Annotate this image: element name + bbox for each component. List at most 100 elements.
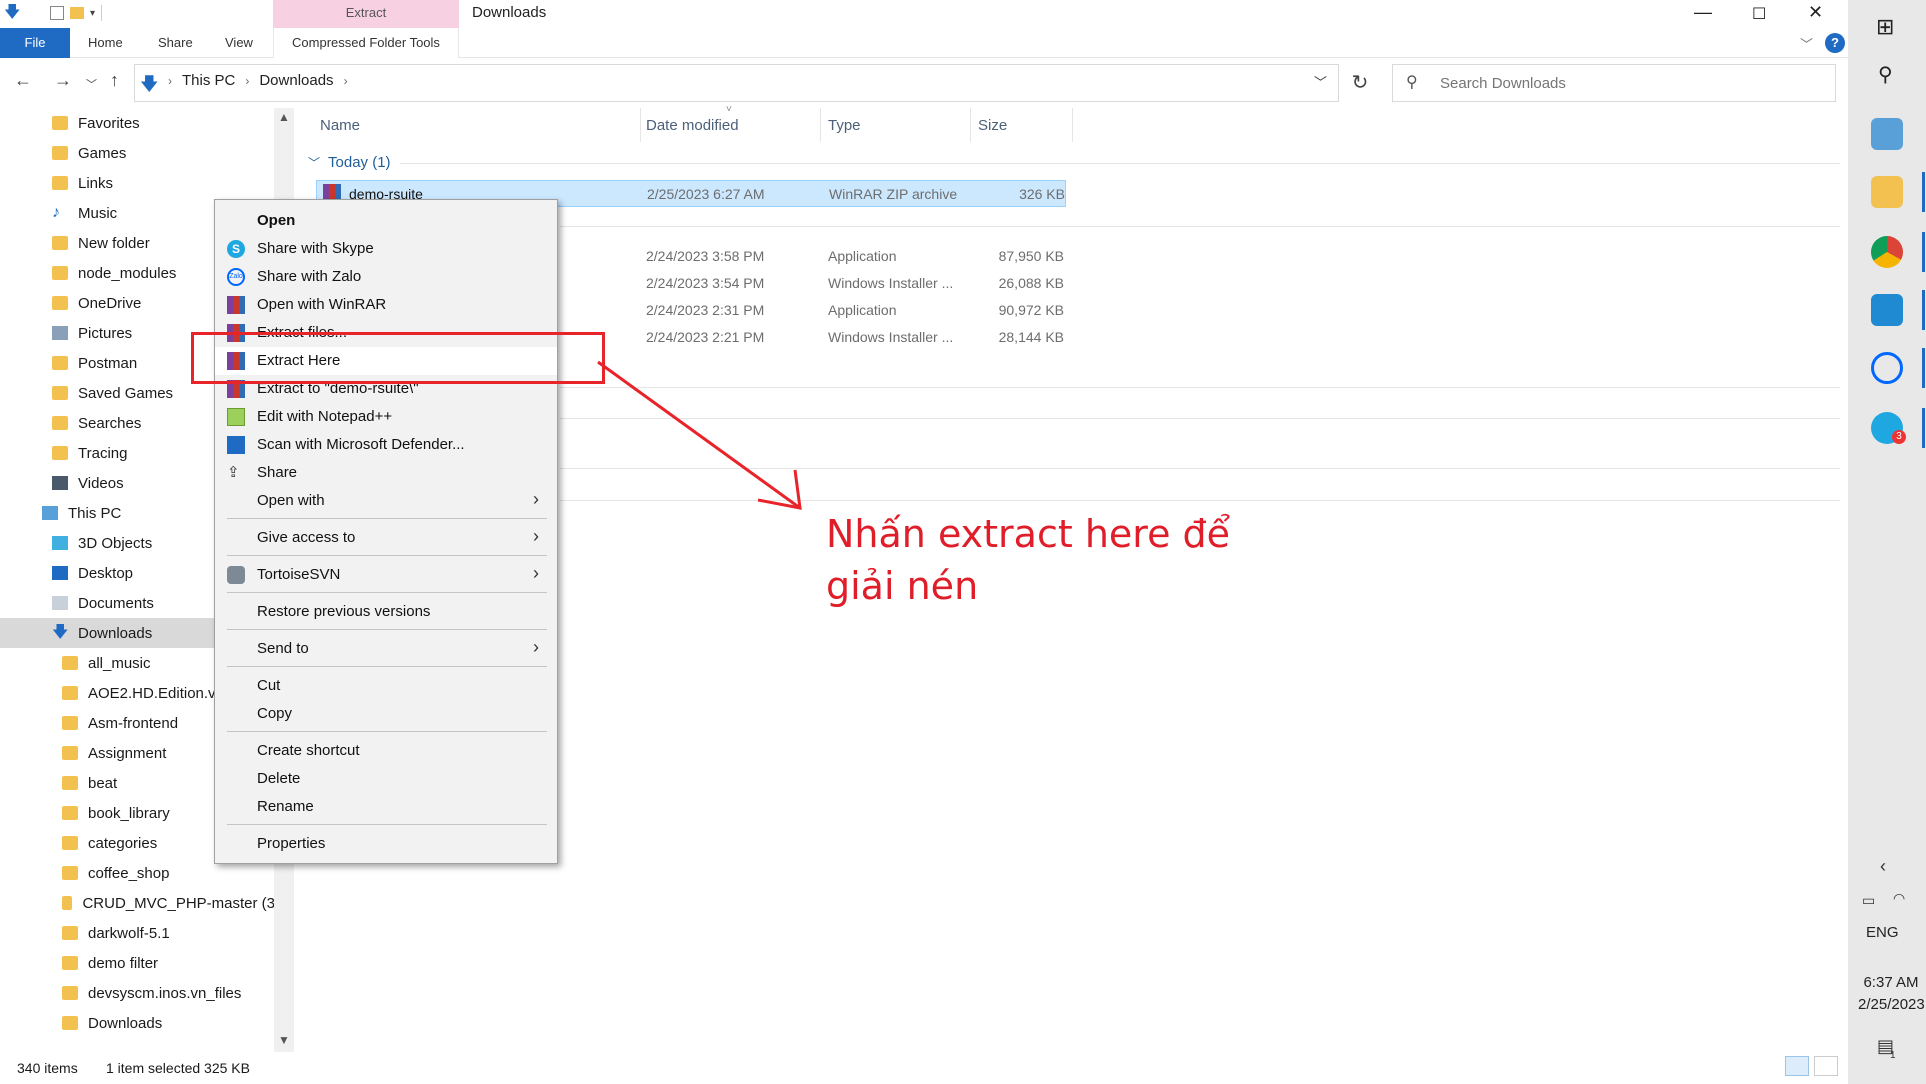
- menu-item-send-to[interactable]: Send to ›: [215, 635, 557, 663]
- clock[interactable]: 6:37 AM 2/25/2023: [1858, 972, 1925, 1016]
- help-icon[interactable]: ?: [1825, 33, 1845, 53]
- column-divider[interactable]: [970, 108, 971, 142]
- menu-item-create-shortcut[interactable]: Create shortcut: [215, 737, 557, 765]
- column-header-date[interactable]: Date modified: [646, 117, 739, 134]
- menu-item-defender[interactable]: Scan with Microsoft Defender...: [215, 431, 557, 459]
- column-header-name[interactable]: Name: [320, 117, 360, 134]
- nav-item-favorites[interactable]: Favorites: [0, 108, 280, 138]
- tab-compressed-folder-tools[interactable]: Compressed Folder Tools: [273, 28, 459, 58]
- refresh-button[interactable]: ↻: [1345, 64, 1375, 102]
- chevron-down-icon[interactable]: ﹀: [1800, 34, 1813, 53]
- active-app-indicator: [1922, 408, 1925, 448]
- back-icon[interactable]: ←: [14, 70, 32, 91]
- chrome-icon[interactable]: [1871, 236, 1903, 268]
- zalo-icon[interactable]: [1871, 352, 1903, 384]
- menu-item-open-winrar[interactable]: Open with WinRAR: [215, 291, 557, 319]
- chevron-right-icon: ›: [533, 526, 539, 546]
- chevron-right-icon[interactable]: ›: [168, 74, 172, 88]
- windows-start-icon[interactable]: ⊞: [1876, 14, 1894, 40]
- menu-item-copy[interactable]: Copy: [215, 700, 557, 728]
- menu-item-open-with[interactable]: Open with ›: [215, 487, 557, 515]
- group-divider: [560, 468, 1840, 469]
- column-divider[interactable]: [820, 108, 821, 142]
- chevron-right-icon[interactable]: ›: [344, 74, 348, 88]
- folder-icon: [52, 296, 68, 310]
- battery-icon[interactable]: ▭: [1862, 892, 1875, 909]
- chevron-right-icon[interactable]: ›: [245, 74, 249, 88]
- wifi-icon[interactable]: ◠: [1893, 890, 1905, 907]
- menu-item-share-skype[interactable]: S Share with Skype: [215, 235, 557, 263]
- menu-item-tortoisesvn[interactable]: TortoiseSVN ›: [215, 561, 557, 589]
- recent-locations-icon[interactable]: ﹀: [86, 76, 97, 92]
- menu-separator: [227, 666, 547, 667]
- forward-icon[interactable]: →: [54, 70, 72, 91]
- pictures-icon: [52, 326, 68, 340]
- column-header-size[interactable]: Size: [978, 117, 1007, 134]
- crumb-this-pc[interactable]: This PC: [182, 72, 235, 89]
- menu-item-notepadpp[interactable]: Edit with Notepad++: [215, 403, 557, 431]
- nav-item-demo-filter[interactable]: demo filter: [0, 948, 280, 978]
- menu-item-delete[interactable]: Delete: [215, 765, 557, 793]
- large-icons-view-icon[interactable]: [1814, 1056, 1838, 1076]
- tab-view[interactable]: View: [225, 28, 253, 58]
- menu-item-open[interactable]: Open: [215, 207, 557, 235]
- documents-icon: [52, 596, 68, 610]
- qat-dropdown-icon[interactable]: ▾: [90, 8, 95, 19]
- scroll-up-icon[interactable]: ▲: [278, 110, 290, 124]
- column-divider[interactable]: [1072, 108, 1073, 142]
- crumb-downloads[interactable]: Downloads: [259, 72, 333, 89]
- search-input[interactable]: [1440, 71, 1820, 95]
- videos-icon: [52, 476, 68, 490]
- close-button[interactable]: ✕: [1808, 2, 1823, 23]
- computer-app-icon[interactable]: [1871, 118, 1903, 150]
- address-dropdown-icon[interactable]: ﹀: [1314, 72, 1327, 91]
- nav-item-downloads-sub[interactable]: Downloads: [0, 1008, 280, 1038]
- group-header-today[interactable]: ﹀ Today (1): [308, 154, 391, 171]
- details-view-icon[interactable]: [1785, 1056, 1809, 1076]
- menu-item-share-zalo[interactable]: Zalo Share with Zalo: [215, 263, 557, 291]
- nav-item-links[interactable]: Links: [0, 168, 280, 198]
- folder-icon: [52, 386, 68, 400]
- down-arrow-icon[interactable]: 🡇: [4, 5, 20, 21]
- folder-icon: [62, 926, 78, 940]
- nav-item-devsyscm[interactable]: devsyscm.inos.vn_files: [0, 978, 280, 1008]
- new-folder-icon[interactable]: [70, 7, 84, 19]
- downloads-icon: 🡇: [140, 74, 159, 94]
- menu-separator: [227, 555, 547, 556]
- scroll-down-icon[interactable]: ▼: [278, 1033, 290, 1047]
- nav-item-darkwolf[interactable]: darkwolf-5.1: [0, 918, 280, 948]
- properties-icon[interactable]: [50, 6, 64, 20]
- search-icon[interactable]: ⚲: [1878, 62, 1893, 87]
- status-bar: [0, 1052, 1848, 1084]
- folder-icon: [62, 716, 78, 730]
- file-explorer-icon[interactable]: [1871, 176, 1903, 208]
- folder-icon: [52, 416, 68, 430]
- column-header-type[interactable]: Type: [828, 117, 861, 134]
- menu-item-give-access[interactable]: Give access to ›: [215, 524, 557, 552]
- nav-item-games[interactable]: Games: [0, 138, 280, 168]
- tab-share[interactable]: Share: [158, 28, 193, 58]
- qat-divider: [101, 5, 103, 21]
- column-divider[interactable]: [640, 108, 641, 142]
- menu-item-share[interactable]: ⇪ Share: [215, 459, 557, 487]
- minimize-button[interactable]: —: [1694, 2, 1712, 23]
- nav-item-downloads[interactable]: 🡇 Downloads: [0, 618, 214, 648]
- up-icon[interactable]: ↑: [110, 70, 119, 91]
- winrar-icon: [227, 296, 245, 314]
- clock-date: 2/25/2023: [1858, 996, 1925, 1013]
- nav-item-crud-mvc[interactable]: CRUD_MVC_PHP-master (3): [0, 888, 280, 918]
- maximize-button[interactable]: ☐: [1752, 4, 1766, 24]
- language-indicator[interactable]: ENG: [1866, 924, 1899, 941]
- folder-icon: [52, 266, 68, 280]
- folder-icon: [52, 446, 68, 460]
- tab-home[interactable]: Home: [88, 28, 123, 58]
- menu-item-cut[interactable]: Cut: [215, 672, 557, 700]
- menu-item-restore-versions[interactable]: Restore previous versions: [215, 598, 557, 626]
- vscode-icon[interactable]: [1871, 294, 1903, 326]
- folder-icon: [62, 896, 73, 910]
- tab-file[interactable]: File: [0, 28, 70, 58]
- menu-item-rename[interactable]: Rename: [215, 793, 557, 821]
- chevron-left-icon[interactable]: ‹: [1880, 856, 1886, 877]
- folder-icon: [62, 656, 78, 670]
- menu-item-properties[interactable]: Properties: [215, 830, 557, 858]
